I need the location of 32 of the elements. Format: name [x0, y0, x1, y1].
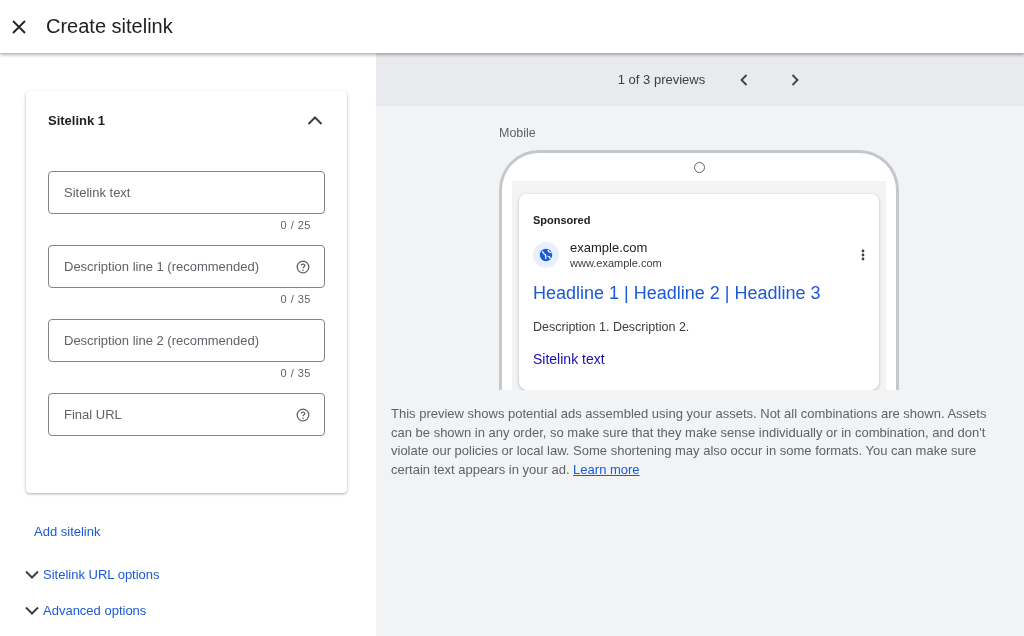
site-url: www.example.com	[570, 257, 663, 269]
options-link[interactable]: Advanced options	[43, 602, 147, 618]
help-icon[interactable]	[296, 408, 310, 422]
sponsored-label: Sponsored	[533, 214, 591, 226]
ad-description: Description 1. Description 2.	[533, 320, 690, 334]
sitelink-title: Sitelink 1	[48, 112, 106, 128]
ad-headline[interactable]: Headline 1 | Headline 2 | Headline 3	[533, 283, 821, 304]
close-icon[interactable]	[12, 19, 26, 34]
character-counter: 0 / 35	[280, 293, 311, 305]
device-label: Mobile	[499, 126, 536, 140]
chevron-down-icon[interactable]	[25, 605, 39, 615]
character-counter: 0 / 25	[280, 219, 311, 231]
chevron-right-icon[interactable]	[791, 73, 800, 86]
text-field[interactable]: Final URL	[48, 393, 325, 436]
globe-icon	[533, 241, 559, 268]
sitelink-link[interactable]: Sitelink text	[533, 351, 605, 367]
dialog-title: Create sitelink	[46, 15, 173, 38]
chevron-left-icon[interactable]	[740, 73, 749, 86]
preview-counter: 1 of 3 previews	[617, 72, 706, 87]
more-options-icon[interactable]	[861, 248, 865, 261]
learn-more-link[interactable]: Learn more	[573, 461, 640, 477]
chevron-down-icon[interactable]	[25, 569, 39, 579]
text-field[interactable]: Description line 1 (recommended)	[48, 245, 325, 288]
character-counter: 0 / 35	[280, 367, 311, 379]
help-icon[interactable]	[296, 260, 310, 274]
site-name: example.com	[570, 240, 649, 255]
text-field[interactable]: Sitelink text	[48, 171, 325, 214]
chevron-up-icon[interactable]	[307, 115, 323, 125]
options-link[interactable]: Sitelink URL options	[43, 566, 160, 582]
preview-note: This preview shows potential ads assembled using your assets. Not all combinations are shown. Assets can be shown in any order, so make sure that they make sense individually or in combination, and don't violate our policies or local law. Some shortening may also occur in some formats. You can make sure certain text appears in your ad. Learn more	[390, 405, 988, 479]
text-field[interactable]: Description line 2 (recommended)	[48, 319, 325, 362]
add-sitelink-link[interactable]: Add sitelink	[34, 524, 101, 539]
